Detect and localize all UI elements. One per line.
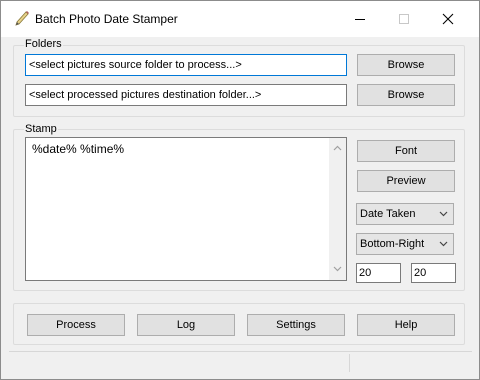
stamp-scrollbar[interactable] — [329, 138, 346, 280]
stamp-text-area[interactable]: %date% %time% — [25, 137, 347, 281]
offset-x-input[interactable]: 20 — [356, 263, 401, 283]
chevron-down-icon — [439, 241, 448, 247]
window-title: Batch Photo Date Stamper — [35, 12, 178, 26]
close-icon — [442, 13, 454, 25]
scroll-down-icon[interactable] — [333, 266, 342, 272]
folders-group-label: Folders — [24, 38, 63, 50]
chevron-down-icon — [439, 211, 448, 217]
status-divider — [349, 354, 350, 372]
stamp-text: %date% %time% — [32, 142, 125, 156]
browse-destination-button[interactable]: Browse — [357, 84, 455, 106]
date-source-value: Date Taken — [360, 208, 416, 220]
process-button[interactable]: Process — [27, 314, 125, 336]
browse-source-button[interactable]: Browse — [357, 54, 455, 76]
position-value: Bottom-Right — [360, 238, 425, 250]
close-button[interactable] — [425, 1, 471, 37]
log-button[interactable]: Log — [137, 314, 235, 336]
scroll-up-icon[interactable] — [333, 145, 342, 151]
position-select[interactable]: Bottom-Right — [356, 233, 454, 255]
settings-button[interactable]: Settings — [247, 314, 345, 336]
status-bar — [9, 351, 472, 373]
date-source-select[interactable]: Date Taken — [356, 203, 454, 225]
destination-folder-field[interactable]: <select processed pictures destination f… — [25, 84, 347, 106]
title-bar[interactable]: Batch Photo Date Stamper — [1, 1, 479, 37]
preview-button[interactable]: Preview — [357, 170, 455, 192]
minimize-button[interactable] — [337, 1, 383, 37]
source-folder-field[interactable]: <select pictures source folder to proces… — [25, 54, 347, 76]
main-window: Batch Photo Date Stamper Folders <select… — [0, 0, 480, 380]
maximize-icon — [399, 14, 409, 24]
stamp-group-label: Stamp — [24, 123, 58, 135]
pen-icon — [13, 10, 31, 28]
font-button[interactable]: Font — [357, 140, 455, 162]
offset-y-input[interactable]: 20 — [411, 263, 456, 283]
help-button[interactable]: Help — [357, 314, 455, 336]
minimize-icon — [355, 19, 365, 20]
maximize-button[interactable] — [381, 1, 427, 37]
